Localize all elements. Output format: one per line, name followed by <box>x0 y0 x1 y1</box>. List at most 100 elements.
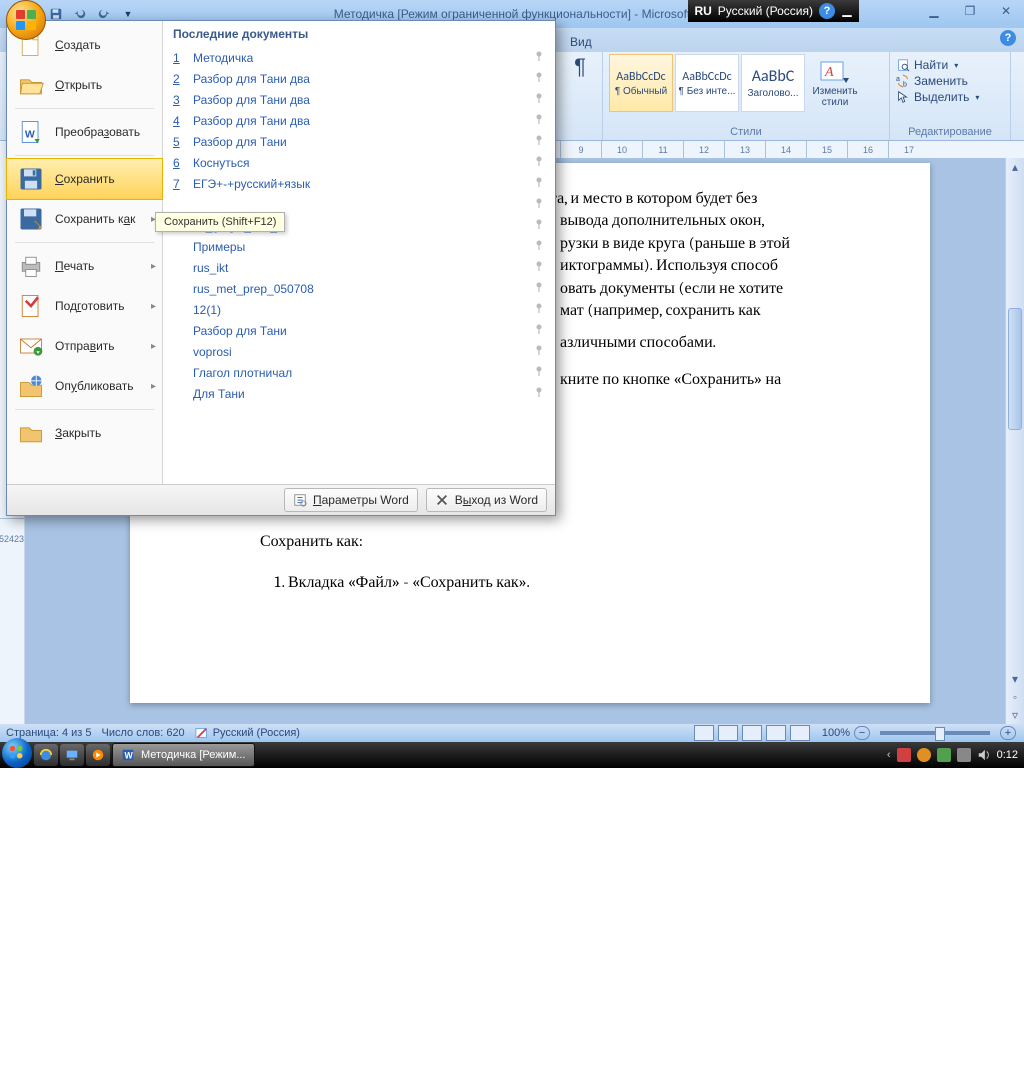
language-bar[interactable]: RU Русский (Россия) ? ▁ <box>688 0 859 22</box>
save-tooltip: Сохранить (Shift+F12) <box>155 212 285 232</box>
office-menu-commands: ССоздатьоздать Открыть W Преобразовать С… <box>7 21 163 484</box>
taskbar: W Методичка [Режим... ‹ 0:12 <box>0 742 1024 768</box>
quick-launch-media[interactable] <box>86 744 110 766</box>
start-button[interactable] <box>2 738 32 768</box>
next-page-icon[interactable]: ▿ <box>1006 706 1024 724</box>
clock[interactable]: 0:12 <box>997 749 1018 761</box>
view-outline[interactable] <box>766 725 786 741</box>
exit-word-button[interactable]: Выход из Word <box>426 488 547 512</box>
taskbar-word-button[interactable]: W Методичка [Режим... <box>112 743 255 767</box>
find-button[interactable]: Найти▾ <box>896 58 1004 72</box>
recent-document-item[interactable]: voprosi <box>173 341 545 362</box>
language-help-icon[interactable]: ? <box>819 3 835 19</box>
view-full-reading[interactable] <box>718 725 738 741</box>
view-draft[interactable] <box>790 725 810 741</box>
word-options-button[interactable]: Параметры Word <box>284 488 418 512</box>
office-button[interactable] <box>6 0 46 40</box>
tray-icon[interactable] <box>957 748 971 762</box>
pin-icon[interactable] <box>533 176 545 191</box>
pin-icon[interactable] <box>533 239 545 254</box>
menu-print[interactable]: Печать ▸ <box>7 246 162 286</box>
recent-document-item[interactable]: Разбор для Тани <box>173 320 545 341</box>
pin-icon[interactable] <box>533 50 545 65</box>
replace-button[interactable]: ab Заменить <box>896 74 1004 88</box>
recent-document-item[interactable]: 4Разбор для Тани два <box>173 110 545 131</box>
restore-button[interactable]: ❐ <box>958 2 982 20</box>
recent-document-item[interactable]: rus_met_prep_050708 <box>173 278 545 299</box>
close-window-button[interactable]: ✕ <box>994 2 1018 20</box>
menu-save-as[interactable]: Сохранить как ▸ <box>7 199 162 239</box>
proofing-icon[interactable]: Русский (Россия) <box>195 726 300 740</box>
pin-icon[interactable] <box>533 365 545 380</box>
styles-group: AaBbCcDc¶ ОбычныйAaBbCcDc¶ Без инте...Aa… <box>603 52 890 140</box>
recent-document-item[interactable]: rus_ikt <box>173 257 545 278</box>
ribbon-help-icon[interactable]: ? <box>1000 30 1016 46</box>
list-item: Вкладка «Файл» - «Сохранить как». <box>288 571 800 593</box>
language-code: RU <box>694 4 711 18</box>
pin-icon[interactable] <box>533 281 545 296</box>
prev-page-icon[interactable]: ◦ <box>1006 688 1024 706</box>
view-print-layout[interactable] <box>694 725 714 741</box>
recent-document-item[interactable]: Для Тани <box>173 383 545 404</box>
scroll-up-icon[interactable]: ▴ <box>1006 158 1024 176</box>
pin-icon[interactable] <box>533 344 545 359</box>
tray-expand-icon[interactable]: ‹ <box>887 749 891 761</box>
language-minimize-icon[interactable]: ▁ <box>841 5 853 17</box>
vertical-scrollbar[interactable]: ▴ ▾ ◦ ▿ <box>1005 158 1024 724</box>
pin-icon[interactable] <box>533 386 545 401</box>
menu-close[interactable]: Закрыть <box>7 413 162 453</box>
window-controls: ▁ ❐ ✕ <box>922 2 1018 20</box>
minimize-button[interactable]: ▁ <box>922 2 946 20</box>
quick-launch-ie[interactable] <box>34 744 58 766</box>
select-button[interactable]: Выделить▾ <box>896 90 1004 104</box>
recent-document-item[interactable]: 12(1) <box>173 299 545 320</box>
chevron-right-icon: ▸ <box>151 261 156 272</box>
chevron-right-icon: ▸ <box>151 381 156 392</box>
pin-icon[interactable] <box>533 260 545 275</box>
show-paragraph-icon[interactable]: ¶ <box>566 54 594 80</box>
style-tile[interactable]: AaBbCЗаголово... <box>741 54 805 112</box>
volume-icon[interactable] <box>977 748 991 762</box>
menu-prepare[interactable]: Подготовить ▸ <box>7 286 162 326</box>
styles-gallery[interactable]: AaBbCcDc¶ ОбычныйAaBbCcDc¶ Без инте...Aa… <box>609 54 805 112</box>
tray-icon[interactable] <box>897 748 911 762</box>
recent-document-item[interactable]: 3Разбор для Тани два <box>173 89 545 110</box>
pin-icon[interactable] <box>533 113 545 128</box>
pin-icon[interactable] <box>533 197 545 212</box>
tray-icon[interactable] <box>917 748 931 762</box>
zoom-level[interactable]: 100% <box>822 727 850 739</box>
pin-icon[interactable] <box>533 134 545 149</box>
zoom-slider[interactable] <box>880 731 990 735</box>
pin-icon[interactable] <box>533 71 545 86</box>
zoom-in-button[interactable]: + <box>1000 726 1016 740</box>
pin-icon[interactable] <box>533 155 545 170</box>
recent-document-item[interactable]: 2Разбор для Тани два <box>173 68 545 89</box>
tab-view[interactable]: Вид <box>560 32 602 52</box>
recent-document-item[interactable]: 7ЕГЭ+-+русский+язык <box>173 173 545 194</box>
pin-icon[interactable] <box>533 218 545 233</box>
recent-document-item[interactable]: Примеры <box>173 236 545 257</box>
tray-icon[interactable] <box>937 748 951 762</box>
pin-icon[interactable] <box>533 323 545 338</box>
status-words[interactable]: Число слов: 620 <box>102 727 185 739</box>
menu-open[interactable]: Открыть <box>7 65 162 105</box>
scroll-down-icon[interactable]: ▾ <box>1006 670 1024 688</box>
menu-publish[interactable]: Опубликовать ▸ <box>7 366 162 406</box>
recent-document-item[interactable]: 5Разбор для Тани <box>173 131 545 152</box>
recent-document-item[interactable]: 1Методичка <box>173 47 545 68</box>
pin-icon[interactable] <box>533 302 545 317</box>
scrollbar-thumb[interactable] <box>1008 308 1022 430</box>
zoom-out-button[interactable]: − <box>854 726 870 740</box>
recent-document-item[interactable]: 6Коснуться <box>173 152 545 173</box>
style-tile[interactable]: AaBbCcDc¶ Без инте... <box>675 54 739 112</box>
style-tile[interactable]: AaBbCcDc¶ Обычный <box>609 54 673 112</box>
quick-launch-desktop[interactable] <box>60 744 84 766</box>
menu-send[interactable]: Отправить ▸ <box>7 326 162 366</box>
recent-document-item[interactable]: Глагол плотничал <box>173 362 545 383</box>
menu-convert[interactable]: W Преобразовать <box>7 112 162 152</box>
change-styles-button[interactable]: A Изменить стили <box>811 54 859 112</box>
pin-icon[interactable] <box>533 92 545 107</box>
view-web-layout[interactable] <box>742 725 762 741</box>
menu-save[interactable]: Сохранить <box>6 158 163 200</box>
svg-text:W: W <box>25 128 35 140</box>
